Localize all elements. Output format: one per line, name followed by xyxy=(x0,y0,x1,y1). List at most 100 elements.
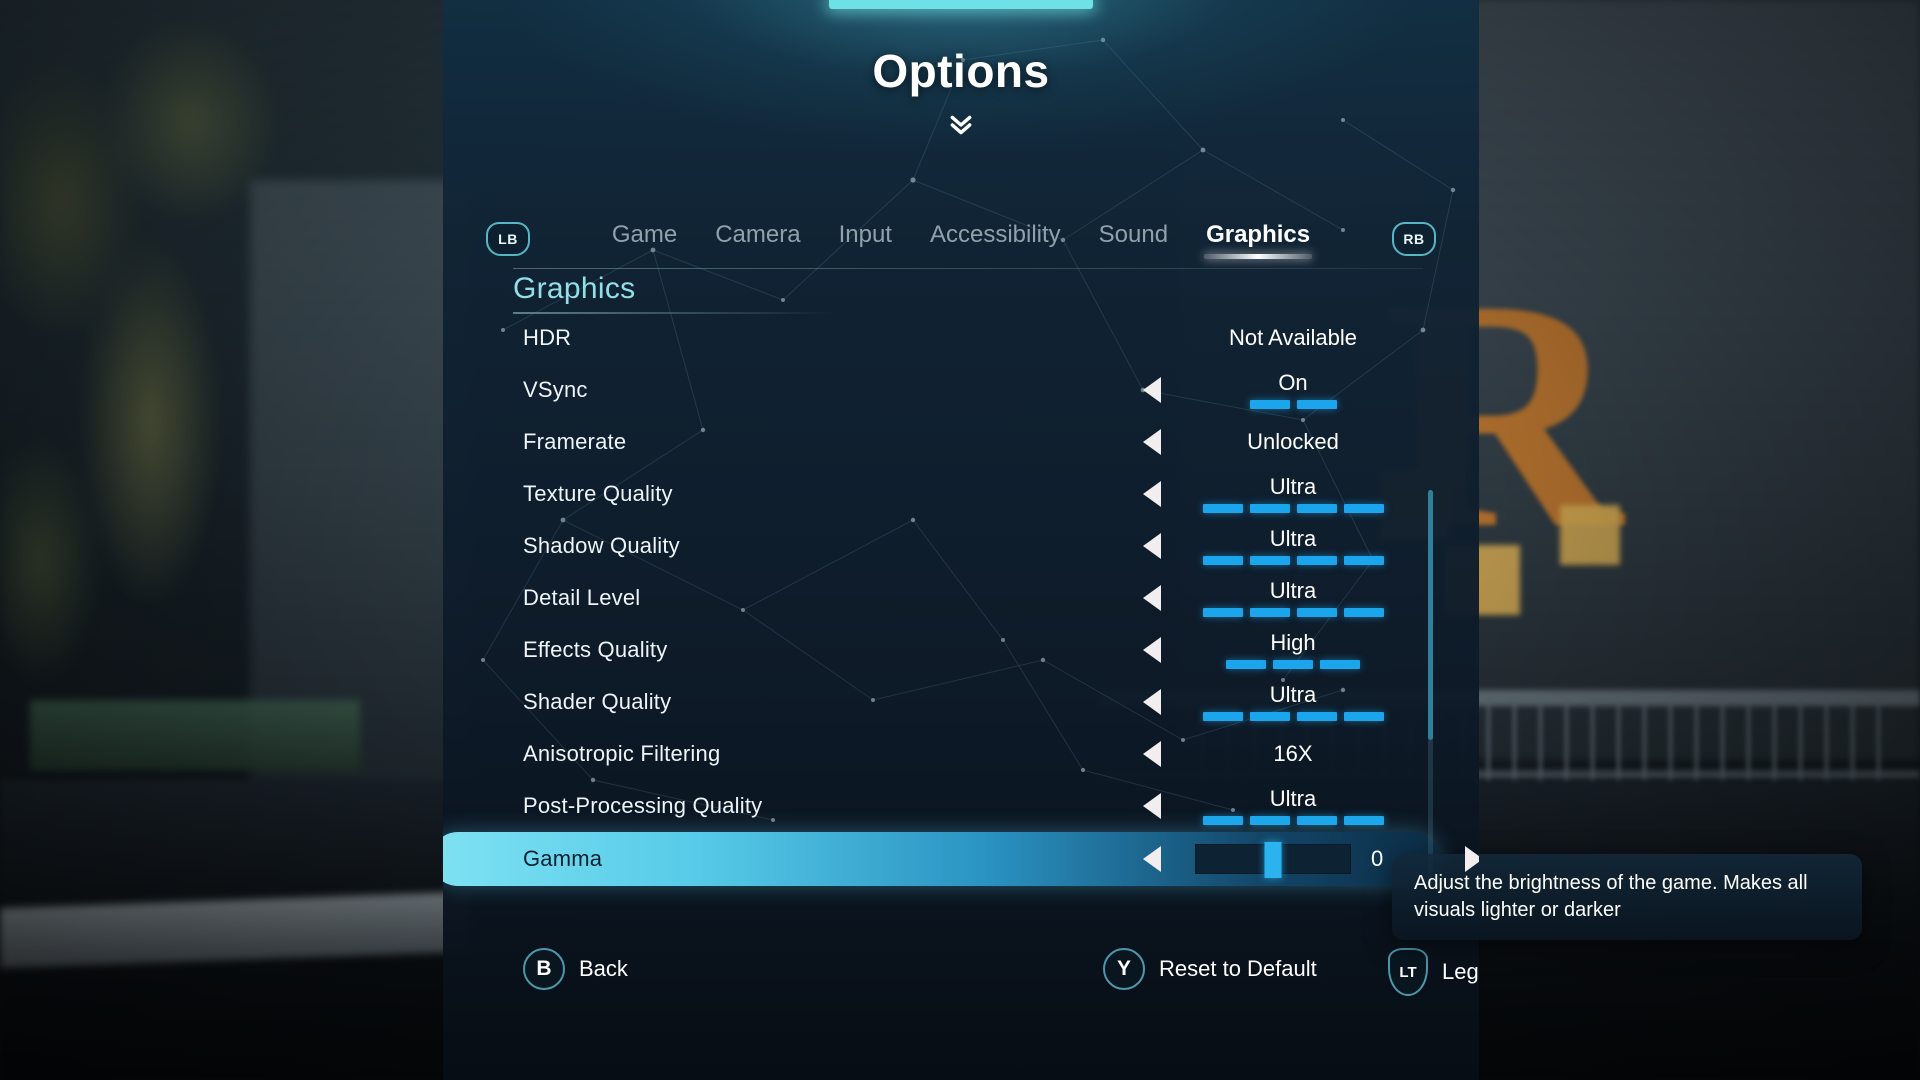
tab-sound[interactable]: Sound xyxy=(1095,219,1172,259)
setting-value: High xyxy=(1270,630,1316,656)
decrease-arrow-icon[interactable] xyxy=(1143,481,1161,507)
setting-value: Unlocked xyxy=(1247,429,1339,455)
level-segment xyxy=(1343,711,1384,721)
level-segment xyxy=(1202,815,1243,825)
prompt-reset-label: Reset to Default xyxy=(1159,956,1317,981)
setting-value-wrap: On xyxy=(1173,364,1413,416)
setting-row: Effects Quality High xyxy=(443,624,1479,676)
setting-label: Detail Level xyxy=(523,585,641,610)
button-glyph-y-label: Y xyxy=(1116,957,1131,980)
setting-level-meter xyxy=(1202,607,1384,617)
setting-control: High xyxy=(1143,624,1443,676)
level-segment xyxy=(1202,503,1243,513)
decrease-arrow-icon[interactable] xyxy=(1143,846,1161,872)
tab-graphics[interactable]: Graphics xyxy=(1202,219,1314,259)
top-accent-bar xyxy=(829,0,1093,9)
setting-control: Ultra xyxy=(1143,676,1443,728)
tab-game[interactable]: Game xyxy=(608,219,681,259)
setting-value: Ultra xyxy=(1269,526,1317,552)
setting-control: Unlocked xyxy=(1143,416,1443,468)
setting-label: Framerate xyxy=(523,429,627,454)
decrease-arrow-icon[interactable] xyxy=(1143,637,1161,663)
level-segment xyxy=(1343,607,1384,617)
setting-value: 16X xyxy=(1273,741,1313,767)
settings-list: HDR Not Available VSync On Framerate Unlocked… xyxy=(443,312,1479,886)
level-segment xyxy=(1296,555,1337,565)
gamma-slider-knob[interactable] xyxy=(1264,842,1282,878)
setting-control: 0 xyxy=(1143,833,1479,885)
level-segment xyxy=(1296,607,1337,617)
chevron-double-down-icon xyxy=(950,115,972,135)
setting-control: Ultra xyxy=(1143,468,1443,520)
setting-row: Anisotropic Filtering 16X xyxy=(443,728,1479,780)
decrease-arrow-icon[interactable] xyxy=(1143,377,1161,403)
decrease-arrow-icon[interactable] xyxy=(1143,429,1161,455)
prompt-legal[interactable]: LT Legal xyxy=(1388,948,1479,996)
setting-level-meter xyxy=(1226,659,1360,669)
level-segment xyxy=(1202,555,1243,565)
setting-value-wrap: Ultra xyxy=(1173,780,1413,832)
setting-label: VSync xyxy=(523,377,588,402)
section-header: Graphics xyxy=(513,272,833,314)
prompt-legal-label: Legal xyxy=(1442,959,1479,984)
level-segment xyxy=(1296,815,1337,825)
gamma-slider-track[interactable] xyxy=(1195,842,1351,878)
level-segment xyxy=(1249,711,1290,721)
level-segment xyxy=(1343,555,1384,565)
setting-level-meter xyxy=(1202,503,1384,513)
level-segment xyxy=(1296,503,1337,513)
setting-value-wrap: Ultra xyxy=(1173,468,1413,520)
setting-control: Ultra xyxy=(1143,780,1443,832)
level-segment xyxy=(1249,503,1290,513)
page-title: Options xyxy=(872,45,1050,97)
decrease-arrow-icon[interactable] xyxy=(1143,585,1161,611)
prompt-back-label: Back xyxy=(579,956,628,981)
setting-control: Not Available xyxy=(1143,312,1443,364)
level-segment xyxy=(1249,399,1290,409)
settings-scrollbar[interactable] xyxy=(1428,490,1433,890)
setting-row: VSync On xyxy=(443,364,1479,416)
setting-control: Ultra xyxy=(1143,572,1443,624)
setting-row: Texture Quality Ultra xyxy=(443,468,1479,520)
level-segment xyxy=(1343,815,1384,825)
section-divider xyxy=(513,268,1423,269)
button-glyph-y: Y xyxy=(1103,948,1145,990)
setting-row: Shadow Quality Ultra xyxy=(443,520,1479,572)
setting-label: Post-Processing Quality xyxy=(523,793,763,818)
level-segment xyxy=(1202,607,1243,617)
setting-row: Framerate Unlocked xyxy=(443,416,1479,468)
decrease-arrow-icon[interactable] xyxy=(1143,793,1161,819)
shoulder-button-rb[interactable]: RB xyxy=(1392,222,1436,256)
setting-value: Ultra xyxy=(1269,474,1317,500)
setting-row-selected[interactable]: Gamma 0 xyxy=(443,832,1479,886)
setting-row: Shader Quality Ultra xyxy=(443,676,1479,728)
tab-accessibility[interactable]: Accessibility xyxy=(926,219,1065,259)
level-segment xyxy=(1343,503,1384,513)
level-segment xyxy=(1249,815,1290,825)
decrease-arrow-icon[interactable] xyxy=(1143,533,1161,559)
setting-value: Ultra xyxy=(1269,682,1317,708)
level-segment xyxy=(1296,711,1337,721)
decrease-arrow-icon[interactable] xyxy=(1143,689,1161,715)
setting-label: Shader Quality xyxy=(523,689,672,714)
level-segment xyxy=(1296,399,1337,409)
tab-input[interactable]: Input xyxy=(835,219,896,259)
setting-label: Gamma xyxy=(523,846,603,871)
setting-value-wrap: High xyxy=(1173,624,1413,676)
scrollbar-thumb[interactable] xyxy=(1428,490,1433,740)
setting-value: Ultra xyxy=(1269,786,1317,812)
prompt-back[interactable]: B Back xyxy=(523,948,628,990)
tab-camera[interactable]: Camera xyxy=(711,219,804,259)
setting-label: HDR xyxy=(523,325,572,350)
button-glyph-b: B xyxy=(523,948,565,990)
decrease-arrow-icon[interactable] xyxy=(1143,741,1161,767)
setting-level-meter xyxy=(1202,555,1384,565)
shoulder-button-lb[interactable]: LB xyxy=(486,222,530,256)
button-glyph-b-label: B xyxy=(536,957,552,980)
setting-value-wrap: 16X xyxy=(1173,728,1413,780)
setting-level-meter xyxy=(1202,711,1384,721)
increase-arrow-icon[interactable] xyxy=(1465,846,1479,872)
setting-value-wrap: Unlocked xyxy=(1173,416,1413,468)
prompt-reset-to-default[interactable]: Y Reset to Default xyxy=(1103,948,1317,990)
shoulder-button-rb-label: RB xyxy=(1403,231,1425,247)
